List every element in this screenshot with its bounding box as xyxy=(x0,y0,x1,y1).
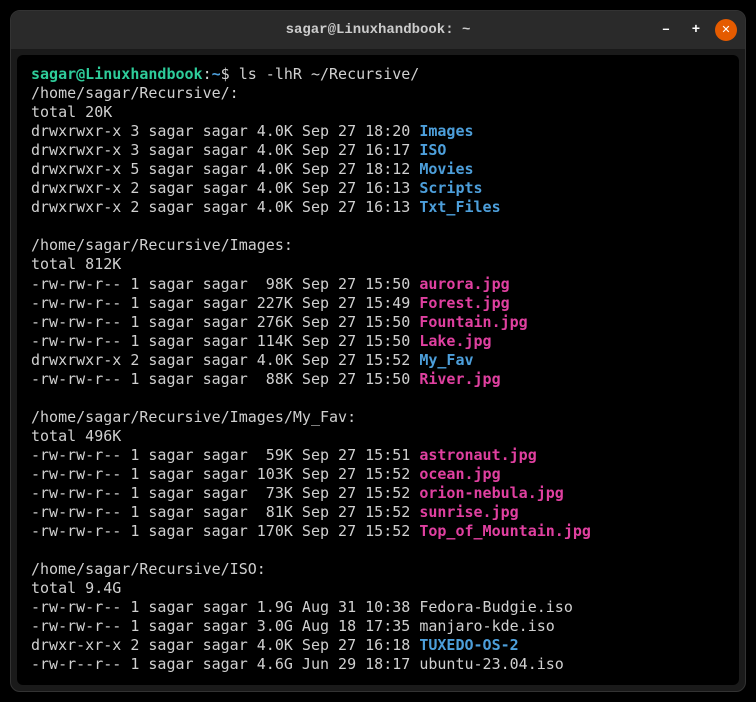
entry-name: My_Fav xyxy=(419,351,473,369)
entry-meta: drwxrwxr-x 2 sagar sagar 4.0K Sep 27 16:… xyxy=(31,179,419,197)
minimize-button[interactable]: – xyxy=(655,19,677,41)
entry-meta: -rw-rw-r-- 1 sagar sagar 1.9G Aug 31 10:… xyxy=(31,598,419,616)
entry-meta: -rw-rw-r-- 1 sagar sagar 114K Sep 27 15:… xyxy=(31,332,419,350)
entry-meta: drwxrwxr-x 2 sagar sagar 4.0K Sep 27 16:… xyxy=(31,198,419,216)
entry-name: TUXEDO-OS-2 xyxy=(419,636,518,654)
entry-name: Txt_Files xyxy=(419,198,500,216)
entry-name: ocean.jpg xyxy=(419,465,500,483)
entry-name: Movies xyxy=(419,160,473,178)
section-total: total 496K xyxy=(31,427,121,445)
entry-name: Forest.jpg xyxy=(419,294,509,312)
entry-name: ubuntu-23.04.iso xyxy=(419,655,564,673)
entry-name: astronaut.jpg xyxy=(419,446,536,464)
section-path: /home/sagar/Recursive/ISO: xyxy=(31,560,266,578)
entry-name: Fedora-Budgie.iso xyxy=(419,598,573,616)
entry-meta: -rw-r--r-- 1 sagar sagar 4.6G Jun 29 18:… xyxy=(31,655,419,673)
section-path: /home/sagar/Recursive/Images/My_Fav: xyxy=(31,408,356,426)
section-total: total 812K xyxy=(31,255,121,273)
entry-meta: -rw-rw-r-- 1 sagar sagar 227K Sep 27 15:… xyxy=(31,294,419,312)
prompt-cwd: ~ xyxy=(212,65,221,83)
entry-meta: -rw-rw-r-- 1 sagar sagar 170K Sep 27 15:… xyxy=(31,522,419,540)
entry-name: manjaro-kde.iso xyxy=(419,617,554,635)
entry-meta: -rw-rw-r-- 1 sagar sagar 88K Sep 27 15:5… xyxy=(31,370,419,388)
command-text: ls -lhR ~/Recursive/ xyxy=(239,65,420,83)
entry-meta: -rw-rw-r-- 1 sagar sagar 81K Sep 27 15:5… xyxy=(31,503,419,521)
window-title: sagar@Linuxhandbook: ~ xyxy=(286,22,471,38)
entry-meta: drwxrwxr-x 5 sagar sagar 4.0K Sep 27 18:… xyxy=(31,160,419,178)
entry-name: Fountain.jpg xyxy=(419,313,527,331)
entry-name: Scripts xyxy=(419,179,482,197)
entry-name: Lake.jpg xyxy=(419,332,491,350)
entry-name: River.jpg xyxy=(419,370,500,388)
entry-name: ISO xyxy=(419,141,446,159)
maximize-button[interactable]: + xyxy=(685,19,707,41)
entry-name: Images xyxy=(419,122,473,140)
entry-meta: -rw-rw-r-- 1 sagar sagar 103K Sep 27 15:… xyxy=(31,465,419,483)
entry-meta: -rw-rw-r-- 1 sagar sagar 73K Sep 27 15:5… xyxy=(31,484,419,502)
entry-meta: drwxrwxr-x 3 sagar sagar 4.0K Sep 27 16:… xyxy=(31,141,419,159)
entry-name: orion-nebula.jpg xyxy=(419,484,564,502)
entry-meta: drwxr-xr-x 2 sagar sagar 4.0K Sep 27 16:… xyxy=(31,636,419,654)
entry-meta: drwxrwxr-x 2 sagar sagar 4.0K Sep 27 15:… xyxy=(31,351,419,369)
titlebar: sagar@Linuxhandbook: ~ – + ✕ xyxy=(11,11,745,49)
prompt-user-host: sagar@Linuxhandbook xyxy=(31,65,203,83)
terminal-body[interactable]: sagar@Linuxhandbook:~$ ls -lhR ~/Recursi… xyxy=(17,55,739,685)
entry-meta: -rw-rw-r-- 1 sagar sagar 276K Sep 27 15:… xyxy=(31,313,419,331)
entry-meta: -rw-rw-r-- 1 sagar sagar 98K Sep 27 15:5… xyxy=(31,275,419,293)
entry-name: Top_of_Mountain.jpg xyxy=(419,522,591,540)
entry-name: aurora.jpg xyxy=(419,275,509,293)
section-path: /home/sagar/Recursive/Images: xyxy=(31,236,293,254)
close-button[interactable]: ✕ xyxy=(715,19,737,41)
prompt-dollar: $ xyxy=(221,65,239,83)
prompt-colon: : xyxy=(203,65,212,83)
section-path: /home/sagar/Recursive/: xyxy=(31,84,239,102)
window-controls: – + ✕ xyxy=(655,19,737,41)
entry-meta: -rw-rw-r-- 1 sagar sagar 59K Sep 27 15:5… xyxy=(31,446,419,464)
entry-meta: drwxrwxr-x 3 sagar sagar 4.0K Sep 27 18:… xyxy=(31,122,419,140)
section-total: total 20K xyxy=(31,103,112,121)
entry-meta: -rw-rw-r-- 1 sagar sagar 3.0G Aug 18 17:… xyxy=(31,617,419,635)
entry-name: sunrise.jpg xyxy=(419,503,518,521)
terminal-window: sagar@Linuxhandbook: ~ – + ✕ sagar@Linux… xyxy=(10,10,746,692)
section-total: total 9.4G xyxy=(31,579,121,597)
